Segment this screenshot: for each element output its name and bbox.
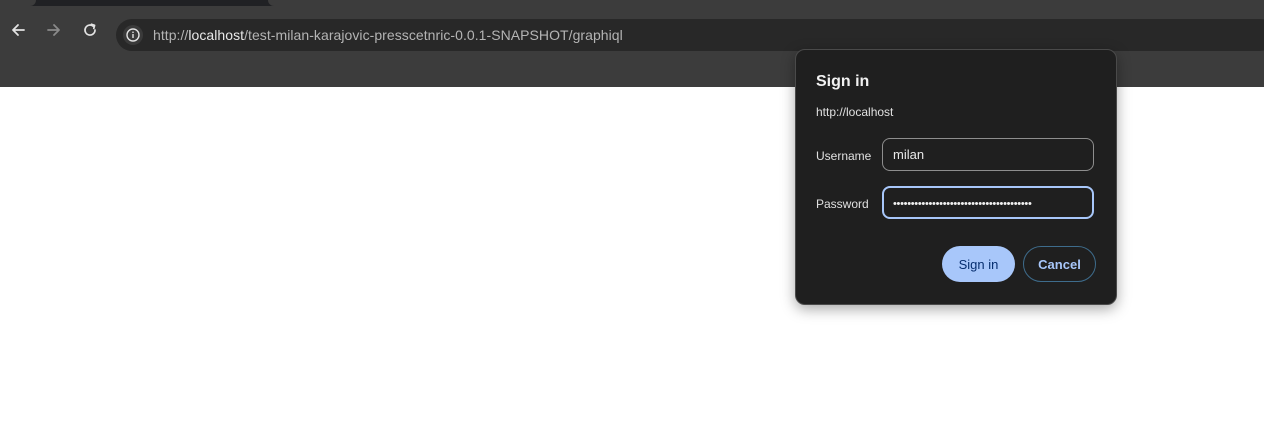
url-host: localhost — [188, 27, 245, 43]
dialog-title: Sign in — [816, 73, 870, 90]
reload-button[interactable] — [78, 18, 102, 42]
username-label: Username — [816, 149, 872, 163]
url-text[interactable]: http://localhost/test-milan-karajovic-pr… — [153, 27, 623, 43]
sign-in-button[interactable]: Sign in — [942, 246, 1015, 282]
password-label: Password — [816, 197, 869, 211]
site-info-button[interactable] — [123, 25, 143, 45]
back-button[interactable] — [6, 18, 30, 42]
address-bar[interactable]: http://localhost/test-milan-karajovic-pr… — [116, 19, 1264, 51]
browser-toolbar: http://localhost/test-milan-karajovic-pr… — [0, 6, 1264, 52]
arrow-left-icon — [12, 24, 25, 36]
arrow-right-icon — [47, 24, 60, 36]
cancel-button[interactable]: Cancel — [1023, 246, 1096, 282]
dialog-origin: http://localhost — [816, 105, 894, 119]
username-field[interactable]: milan — [882, 138, 1094, 171]
reload-icon — [84, 23, 96, 36]
password-value: ••••••••••••••••••••••••••••••••••••••• — [893, 198, 1032, 210]
username-value: milan — [893, 147, 925, 162]
url-scheme: http:// — [153, 27, 189, 43]
sign-in-dialog: Sign in http://localhost Username milan … — [795, 49, 1117, 305]
forward-button[interactable] — [42, 18, 66, 42]
password-field[interactable]: ••••••••••••••••••••••••••••••••••••••• — [882, 186, 1094, 219]
url-path: /test-milan-karajovic-presscetnric-0.0.1… — [244, 27, 623, 43]
info-icon — [126, 28, 140, 42]
